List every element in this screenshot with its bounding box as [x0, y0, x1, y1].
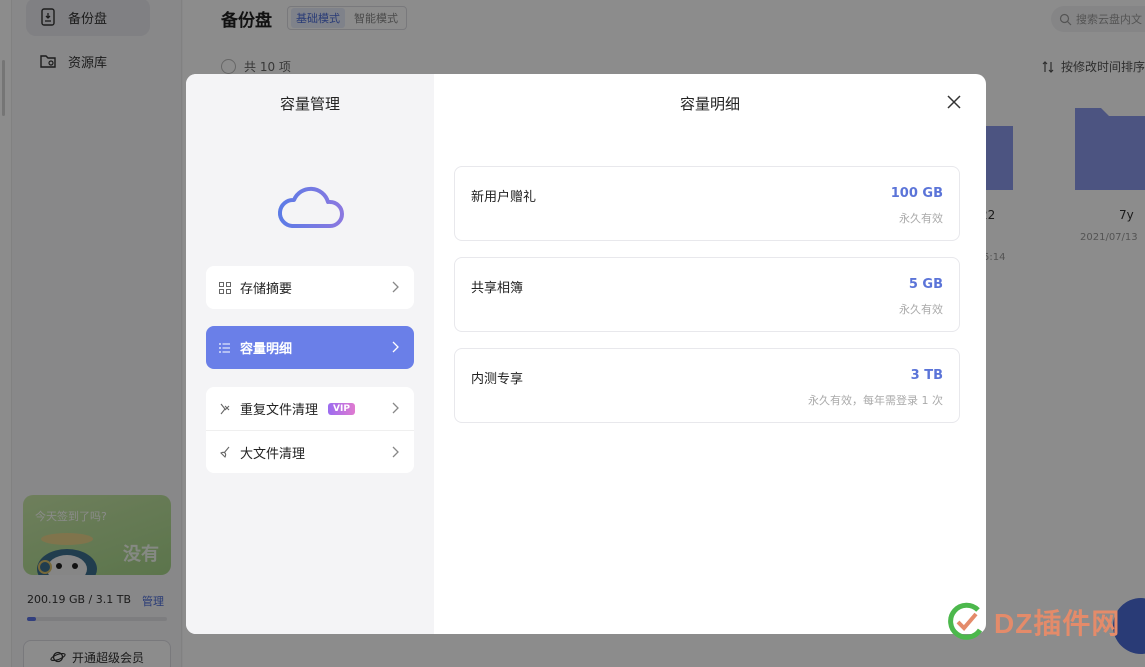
menu-item-label: 重复文件清理	[240, 403, 319, 418]
menu-item-label: 存储摘要	[240, 282, 293, 297]
capacity-detail-card: 内测专享 3 TB 永久有效，每年需登录 1 次	[454, 348, 960, 423]
chevron-right-icon	[392, 341, 399, 353]
modal-left-title: 容量管理	[279, 95, 340, 113]
detail-name: 新用户赠礼	[471, 190, 537, 205]
detail-name: 共享相簿	[471, 281, 524, 296]
menu-card: 容量明细	[206, 326, 414, 369]
capacity-detail-card: 新用户赠礼 100 GB 永久有效	[454, 166, 960, 241]
detail-validity: 永久有效	[899, 303, 943, 316]
menu-item-capacity-detail[interactable]: 容量明细	[206, 326, 414, 369]
menu-item-storage-summary[interactable]: 存储摘要	[206, 266, 414, 309]
chevron-right-icon	[392, 281, 399, 293]
detail-amount: 5 GB	[908, 277, 943, 292]
duplicate-clean-icon	[220, 403, 230, 414]
detail-validity: 永久有效	[899, 212, 943, 225]
capacity-modal: 容量管理 存储摘要 容量明细 重复文件清理 VIP 大文件清理 容量明细 新用户…	[186, 74, 986, 634]
cloud-icon	[278, 186, 344, 228]
capacity-detail-card: 共享相簿 5 GB 永久有效	[454, 257, 960, 332]
menu-item-duplicate-clean[interactable]: 重复文件清理 VIP	[206, 387, 414, 430]
menu-item-label: 大文件清理	[240, 446, 306, 462]
watermark-text: DZ插件网	[994, 608, 1121, 639]
broom-icon	[220, 446, 230, 458]
detail-amount: 100 GB	[890, 186, 943, 201]
menu-card: 重复文件清理 VIP 大文件清理	[206, 387, 414, 473]
watermark: DZ插件网	[944, 600, 1120, 644]
list-icon	[219, 342, 230, 353]
close-icon[interactable]	[944, 92, 964, 112]
detail-validity: 永久有效，每年需登录 1 次	[808, 394, 943, 407]
modal-right-panel: 容量明细 新用户赠礼 100 GB 永久有效 共享相簿 5 GB 永久有效 内测…	[434, 74, 986, 634]
detail-amount: 3 TB	[910, 368, 943, 383]
menu-item-label: 容量明细	[240, 342, 293, 357]
detail-name: 内测专享	[471, 372, 524, 387]
vip-badge: VIP	[328, 402, 355, 415]
grid-icon	[219, 281, 231, 294]
modal-right-title: 容量明细	[679, 95, 740, 113]
watermark-logo-icon	[948, 602, 983, 640]
menu-item-large-file-clean[interactable]: 大文件清理	[206, 430, 414, 473]
menu-card: 存储摘要	[206, 266, 414, 309]
chevron-right-icon	[392, 402, 399, 414]
modal-left-panel: 容量管理 存储摘要 容量明细 重复文件清理 VIP 大文件清理	[186, 74, 434, 634]
chevron-right-icon	[392, 446, 399, 458]
